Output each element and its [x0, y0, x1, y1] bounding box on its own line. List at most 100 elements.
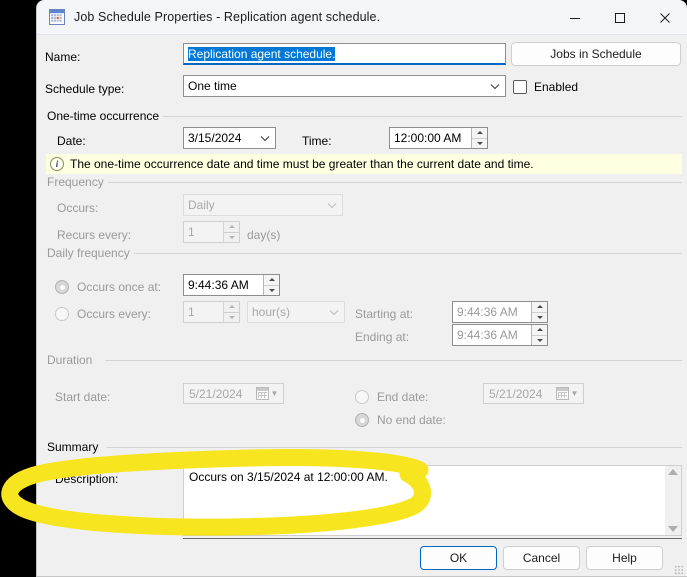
occurs-every-spinner[interactable]: 1: [183, 301, 240, 323]
screenshot-root: Job Schedule Properties - Replication ag…: [0, 0, 687, 577]
end-date-value: 5/21/2024: [489, 386, 543, 401]
group-divider: [127, 253, 682, 254]
spinner-up-icon[interactable]: [224, 222, 239, 233]
group-divider: [149, 116, 682, 117]
schedule-type-label: Schedule type:: [45, 82, 125, 96]
chevron-down-icon: [328, 306, 340, 318]
group-divider: [105, 182, 682, 183]
group-divider: [105, 360, 682, 361]
ok-button[interactable]: OK: [420, 546, 497, 570]
spinner-down-icon[interactable]: [532, 336, 547, 346]
time-label: Time:: [302, 134, 332, 148]
occurs-every-radio[interactable]: Occurs every:: [55, 307, 151, 321]
radio-indicator: [355, 390, 369, 404]
chevron-down-icon: [326, 199, 338, 211]
spinner-up-icon[interactable]: [224, 302, 239, 313]
recurs-every-spinner[interactable]: 1: [183, 221, 240, 243]
radio-indicator: [55, 280, 69, 294]
one-time-date-combo[interactable]: 3/15/2024: [183, 127, 276, 149]
spinner-down-icon[interactable]: [532, 313, 547, 323]
spinner-buttons[interactable]: [471, 128, 487, 148]
title-bar: Job Schedule Properties - Replication ag…: [37, 0, 687, 35]
occurs-combo[interactable]: Daily: [183, 194, 343, 216]
spinner-down-icon[interactable]: [224, 233, 239, 243]
scroll-up-icon[interactable]: [668, 469, 678, 475]
occurs-every-units-value: hour(s): [252, 305, 291, 319]
duration-group-label: Duration: [47, 353, 97, 367]
help-button[interactable]: Help: [586, 546, 663, 570]
spinner-buttons[interactable]: [223, 302, 239, 322]
one-time-time-spinner[interactable]: 12:00:00 AM: [389, 127, 488, 149]
maximize-icon[interactable]: [597, 0, 642, 35]
starting-at-label: Starting at:: [355, 307, 414, 321]
no-end-date-label: No end date:: [377, 413, 446, 427]
occurs-label: Occurs:: [57, 201, 99, 215]
recurs-units-label: day(s): [247, 228, 281, 242]
spinner-buttons[interactable]: [531, 325, 547, 345]
radio-indicator: [55, 307, 69, 321]
jobs-in-schedule-button[interactable]: Jobs in Schedule: [511, 42, 681, 66]
occurs-every-label: Occurs every:: [77, 307, 152, 321]
one-time-time-value: 12:00:00 AM: [394, 131, 462, 145]
occurs-once-time-value: 9:44:36 AM: [188, 278, 249, 292]
starting-at-value: 9:44:36 AM: [457, 305, 518, 319]
info-icon: i: [50, 157, 64, 171]
frequency-group-label: Frequency: [47, 175, 108, 189]
start-date-value: 5/21/2024: [189, 386, 243, 401]
spinner-up-icon[interactable]: [532, 325, 547, 336]
job-schedule-properties-dialog: Job Schedule Properties - Replication ag…: [36, 0, 687, 577]
end-date-radio[interactable]: End date:: [355, 390, 428, 404]
spinner-down-icon[interactable]: [264, 286, 279, 296]
window-controls: [552, 0, 687, 35]
name-input[interactable]: Replication agent schedule.: [183, 43, 506, 65]
window-title: Job Schedule Properties - Replication ag…: [74, 10, 381, 24]
resize-grip[interactable]: [674, 565, 684, 575]
occurs-once-label: Occurs once at:: [77, 280, 162, 294]
recurs-every-label: Recurs every:: [57, 228, 132, 242]
dialog-client-area: Name: Replication agent schedule. Jobs i…: [37, 35, 687, 576]
spinner-up-icon[interactable]: [472, 128, 487, 139]
end-date-label: End date:: [377, 390, 429, 404]
end-date-picker[interactable]: 5/21/2024 ▼: [483, 383, 584, 404]
name-input-value: Replication agent schedule.: [188, 46, 336, 61]
summary-group-label: Summary: [47, 440, 103, 454]
checkbox-box: [513, 80, 527, 94]
occurs-value: Daily: [188, 198, 215, 212]
validation-info-bar: i The one-time occurrence date and time …: [46, 154, 682, 174]
spinner-up-icon[interactable]: [532, 302, 547, 313]
spinner-down-icon[interactable]: [472, 139, 487, 149]
enabled-checkbox[interactable]: Enabled: [513, 80, 578, 94]
one-time-occurrence-group-label: One-time occurrence: [47, 109, 164, 123]
description-scrollbar[interactable]: [664, 466, 681, 535]
description-label: Description:: [55, 472, 119, 486]
spinner-down-icon[interactable]: [224, 313, 239, 323]
calendar-grid-icon: [49, 9, 65, 25]
chevron-down-icon: [259, 132, 271, 144]
spinner-buttons[interactable]: [223, 222, 239, 242]
starting-at-spinner[interactable]: 9:44:36 AM: [452, 301, 548, 323]
spinner-buttons[interactable]: [263, 275, 279, 295]
recurs-every-value: 1: [188, 225, 195, 239]
occurs-once-radio[interactable]: Occurs once at:: [55, 280, 161, 294]
occurs-once-time-spinner[interactable]: 9:44:36 AM: [183, 274, 280, 296]
scroll-down-icon[interactable]: [668, 526, 678, 532]
minimize-icon[interactable]: [552, 0, 597, 35]
date-label: Date:: [57, 134, 86, 148]
one-time-date-value: 3/15/2024: [188, 131, 242, 145]
schedule-type-combo[interactable]: One time: [183, 75, 506, 97]
description-textarea[interactable]: Occurs on 3/15/2024 at 12:00:00 AM.: [183, 465, 682, 536]
chevron-down-icon: ▼: [270, 389, 279, 398]
start-date-picker[interactable]: 5/21/2024 ▼: [183, 383, 284, 404]
cancel-button[interactable]: Cancel: [503, 546, 580, 570]
validation-info-text: The one-time occurrence date and time mu…: [70, 157, 534, 171]
close-icon[interactable]: [642, 0, 687, 35]
no-end-date-radio[interactable]: No end date:: [355, 413, 446, 427]
occurs-every-value: 1: [188, 305, 195, 319]
radio-indicator: [355, 413, 369, 427]
spinner-buttons[interactable]: [531, 302, 547, 322]
spinner-up-icon[interactable]: [264, 275, 279, 286]
ending-at-label: Ending at:: [355, 330, 410, 344]
occurs-every-units-combo[interactable]: hour(s): [247, 301, 345, 323]
chevron-down-icon: ▼: [570, 389, 579, 398]
ending-at-spinner[interactable]: 9:44:36 AM: [452, 324, 548, 346]
